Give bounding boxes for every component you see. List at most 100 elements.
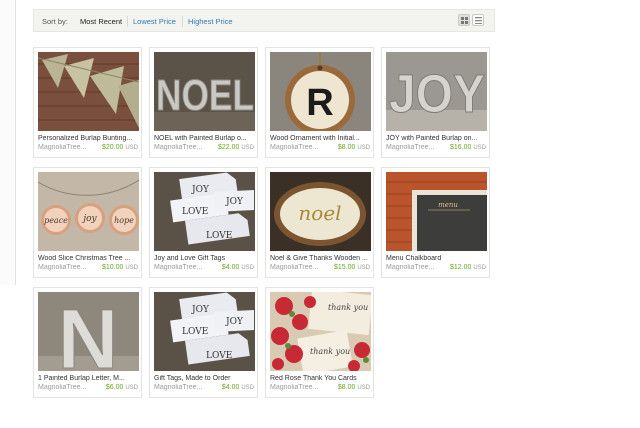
listing-card[interactable]: N 1 Painted Burlap Letter, M... Magnolia… [33,287,142,398]
shop-name[interactable]: MagnoliaTree... [38,384,98,391]
listing-card[interactable]: thank you thank you Red Rose Thank You C… [265,287,374,398]
price-value: $22.00 [217,144,240,151]
sort-highest-price[interactable]: Highest Price [188,17,233,26]
price-value: $8.00 [337,144,356,151]
listing-title[interactable]: Noel & Give Thanks Wooden ... [270,255,372,262]
listing-price: $15.00 USD [334,264,370,271]
shop-name[interactable]: MagnoliaTree... [154,264,214,271]
listing-price: $22.00 USD [218,144,254,151]
listing-image-wood-slices: peace joy hope [38,172,139,251]
word-text: LOVE [206,351,232,361]
word-text: JOY [225,197,244,207]
listing-title[interactable]: Joy and Love Gift Tags [154,255,256,262]
listing-card[interactable]: R Wood Ornament with Initial... Magnolia… [265,47,374,158]
word-text: LOVE [182,207,208,217]
word-text: thank you [328,303,368,312]
word-text: peace [44,216,68,225]
divider [127,16,128,27]
price-value: $20.00 [101,144,124,151]
listing-price: $8.00 USD [338,384,370,391]
shop-name[interactable]: MagnoliaTree... [270,264,330,271]
listing-image-gift-tags: JOY JOY LOVE LOVE [154,172,255,251]
price-value: $16.00 [449,144,472,151]
listing-card[interactable]: JOY JOY with Painted Burlap on... Magnol… [381,47,490,158]
word-text: LOVE [182,327,208,337]
listing-image-noel-wooden-sign: noel [270,172,371,251]
listing-title[interactable]: JOY with Painted Burlap on... [386,135,488,142]
listing-card[interactable]: JOY JOY LOVE LOVE Joy and Love Gift Tags… [149,167,258,278]
shop-name[interactable]: MagnoliaTree... [386,144,446,151]
letters-text: NOEL [156,71,254,120]
shop-name[interactable]: MagnoliaTree... [386,264,446,271]
listing-title[interactable]: Personalized Burlap Bunting... [38,135,140,142]
listing-card[interactable]: menu Menu Chalkboard MagnoliaTree... $12… [381,167,490,278]
shop-name[interactable]: MagnoliaTree... [38,144,98,151]
listing-card[interactable]: NOEL NOEL with Painted Burlap o... Magno… [149,47,258,158]
currency: USD [357,145,370,151]
listing-title[interactable]: NOEL with Painted Burlap o... [154,135,256,142]
listing-image-joy: JOY [386,52,487,131]
letters-text: JOY [389,64,485,124]
listing-card[interactable]: JOY JOY LOVE LOVE Gift Tags, Made to Ord… [149,287,258,398]
listing-title[interactable]: Wood Ornament with Initial... [270,135,372,142]
sort-bar: Sort by: Most Recent Lowest Price Highes… [33,9,495,32]
word-text: hope [114,216,134,225]
listing-price: $8.00 USD [338,144,370,151]
word-text: JOY [191,305,210,315]
word-text: LOVE [206,231,232,241]
listing-price: $20.00 USD [102,144,138,151]
letters-text: N [58,292,119,371]
letters-text: R [306,82,333,124]
listing-image-rose-thank-you-cards: thank you thank you [270,292,371,371]
grid-icon [461,17,468,24]
listing-card[interactable]: peace joy hope Wood Slice Christmas Tree… [33,167,142,278]
divider [182,16,183,27]
listing-title[interactable]: Gift Tags, Made to Order [154,375,256,382]
listing-price: $4.00 USD [222,264,254,271]
listing-card[interactable]: Personalized Burlap Bunting... MagnoliaT… [33,47,142,158]
listing-title[interactable]: 1 Painted Burlap Letter, M... [38,375,140,382]
listing-image-gift-tags-made-to-order: JOY JOY LOVE LOVE [154,292,255,371]
price-value: $8.00 [337,384,356,391]
currency: USD [357,385,370,391]
currency: USD [241,265,254,271]
listing-price: $12.00 USD [450,264,486,271]
listing-title[interactable]: Red Rose Thank You Cards [270,375,372,382]
listing-card[interactable]: noel Noel & Give Thanks Wooden ... Magno… [265,167,374,278]
shop-name[interactable]: MagnoliaTree... [154,384,214,391]
listing-price: $6.00 USD [106,384,138,391]
price-value: $12.00 [449,264,472,271]
listing-image-wood-ornament: R [270,52,371,131]
price-value: $6.00 [105,384,124,391]
price-value: $4.00 [221,264,240,271]
grid-view-button[interactable] [458,14,470,26]
shop-name[interactable]: MagnoliaTree... [154,144,214,151]
price-value: $10.00 [101,264,124,271]
price-value: $15.00 [333,264,356,271]
currency: USD [125,265,138,271]
currency: USD [241,145,254,151]
sort-most-recent[interactable]: Most Recent [80,17,122,26]
word-text: JOY [225,317,244,327]
price-value: $4.00 [221,384,240,391]
word-text: thank you [310,347,350,356]
list-icon [475,17,482,24]
shop-name[interactable]: MagnoliaTree... [38,264,98,271]
listing-title[interactable]: Wood Slice Christmas Tree ... [38,255,140,262]
currency: USD [473,145,486,151]
list-view-button[interactable] [472,14,484,26]
currency: USD [241,385,254,391]
sort-lowest-price[interactable]: Lowest Price [133,17,176,26]
listing-image-menu-chalkboard: menu [386,172,487,251]
shop-name[interactable]: MagnoliaTree... [270,384,330,391]
listing-title[interactable]: Menu Chalkboard [386,255,488,262]
word-text: joy [81,214,97,224]
listing-image-burlap-letter: N [38,292,139,371]
listing-image-burlap-bunting [38,52,139,131]
listing-image-noel: NOEL [154,52,255,131]
currency: USD [125,385,138,391]
shop-name[interactable]: MagnoliaTree... [270,144,330,151]
currency: USD [473,265,486,271]
currency: USD [357,265,370,271]
listing-price: $4.00 USD [222,384,254,391]
